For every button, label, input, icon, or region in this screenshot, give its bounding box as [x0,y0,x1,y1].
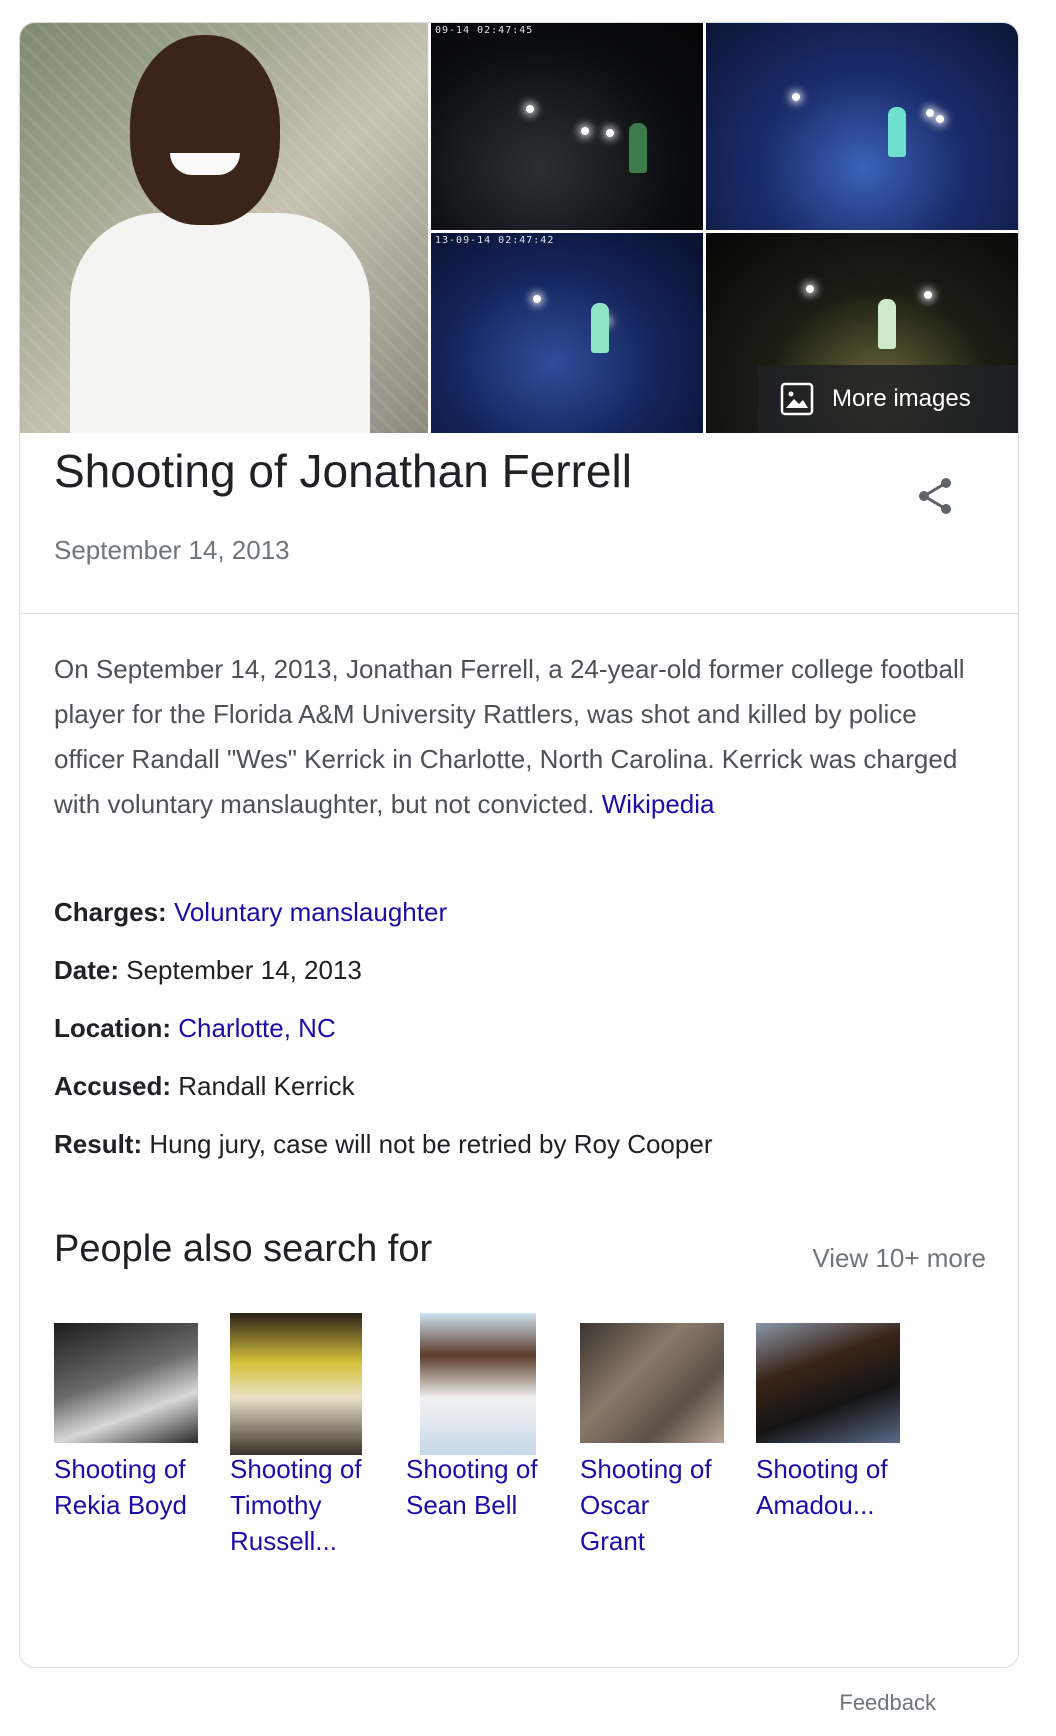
fact-value: September 14, 2013 [126,955,362,985]
street-light [936,115,944,123]
description-text: On September 14, 2013, Jonathan Ferrell,… [54,654,965,819]
fact-result: Result: Hung jury, case will not be retr… [54,1125,974,1183]
street-light [926,109,934,117]
pasf-thumbnail[interactable] [230,1313,362,1455]
pasf-thumbnail[interactable] [54,1323,198,1443]
fact-label: Accused: [54,1071,172,1101]
pasf-label-line: Shooting of [406,1454,538,1484]
timestamp-1: 09-14 02:47:45 [435,25,534,36]
pasf-thumbnail[interactable] [420,1313,536,1455]
photo-head [130,35,280,225]
pasf-label-line: Shooting of [230,1454,362,1484]
photo-shirt [70,213,370,433]
pasf-label[interactable]: Shooting of Oscar Grant [580,1451,760,1559]
dashcam-photo-2[interactable] [706,23,1018,230]
pasf-label-line: Sean Bell [406,1490,518,1520]
street-light [606,129,614,137]
pasf-label[interactable]: Shooting of Timothy Russell... [230,1451,410,1559]
fact-label: Date: [54,955,120,985]
pasf-label[interactable]: Shooting of Amadou... [756,1451,936,1523]
dashcam-photo-3[interactable]: 13-09-14 02:47:42 [431,233,703,433]
knowledge-panel: 09-14 02:47:45 13-09-14 02:47:42 More im… [19,22,1019,1668]
people-also-search-list: Shooting of Rekia Boyd Shooting of Timot… [54,1313,994,1573]
people-also-search-header: People also search for [54,1228,433,1270]
figure [629,123,647,173]
pasf-thumbnail[interactable] [756,1323,900,1443]
fact-label: Charges: [54,897,167,927]
pasf-label-line: Rekia Boyd [54,1490,187,1520]
view-more-link[interactable]: View 10+ more [812,1243,986,1274]
fact-value: Randall Kerrick [178,1071,355,1101]
pasf-label-line: Shooting of [756,1454,888,1484]
more-images-label: More images [832,385,971,412]
street-light [924,291,932,299]
divider [20,613,1018,614]
more-images-button[interactable]: More images [758,365,1018,433]
street-light [792,93,800,101]
description: On September 14, 2013, Jonathan Ferrell,… [54,647,974,827]
feedback-link[interactable]: Feedback [839,1690,936,1716]
page-title: Shooting of Jonathan Ferrell [54,445,632,497]
fact-value: Hung jury, case will not be retried by R… [149,1129,713,1159]
page-subtitle: September 14, 2013 [54,535,290,565]
fact-value-link[interactable]: Voluntary manslaughter [174,897,447,927]
fact-accused: Accused: Randall Kerrick [54,1067,974,1125]
fact-value-link[interactable]: Charlotte, NC [178,1013,336,1043]
figure [591,303,609,353]
pasf-thumbnail[interactable] [580,1323,724,1443]
fact-label: Result: [54,1129,143,1159]
photo-smile [170,153,240,175]
pasf-label-line: Oscar [580,1490,650,1520]
pasf-label[interactable]: Shooting of Rekia Boyd [54,1451,234,1523]
pasf-label-line: Shooting of [54,1454,186,1484]
share-icon [913,474,957,523]
main-photo[interactable] [20,23,428,433]
figure [878,299,896,349]
dashcam-photo-1[interactable]: 09-14 02:47:45 [431,23,703,230]
share-button[interactable] [908,471,962,525]
figure [888,107,906,157]
facts-list: Charges: Voluntary manslaughter Date: Se… [54,893,974,1183]
street-light [581,127,589,135]
street-light [533,295,541,303]
street-light [526,105,534,113]
wikipedia-link[interactable]: Wikipedia [602,789,715,819]
image-collage[interactable]: 09-14 02:47:45 13-09-14 02:47:42 More im… [20,23,1018,433]
fact-charges: Charges: Voluntary manslaughter [54,893,974,951]
pasf-label[interactable]: Shooting of Sean Bell [406,1451,586,1523]
fact-location: Location: Charlotte, NC [54,1009,974,1067]
pasf-label-line: Russell... [230,1526,337,1556]
pasf-label-line: Amadou... [756,1490,875,1520]
street-light [806,285,814,293]
pasf-label-line: Timothy [230,1490,322,1520]
fact-label: Location: [54,1013,171,1043]
pasf-label-line: Grant [580,1526,646,1556]
pasf-label-line: Shooting of [580,1454,712,1484]
timestamp-2: 13-09-14 02:47:42 [435,235,555,246]
fact-date: Date: September 14, 2013 [54,951,974,1009]
image-icon [780,382,814,416]
